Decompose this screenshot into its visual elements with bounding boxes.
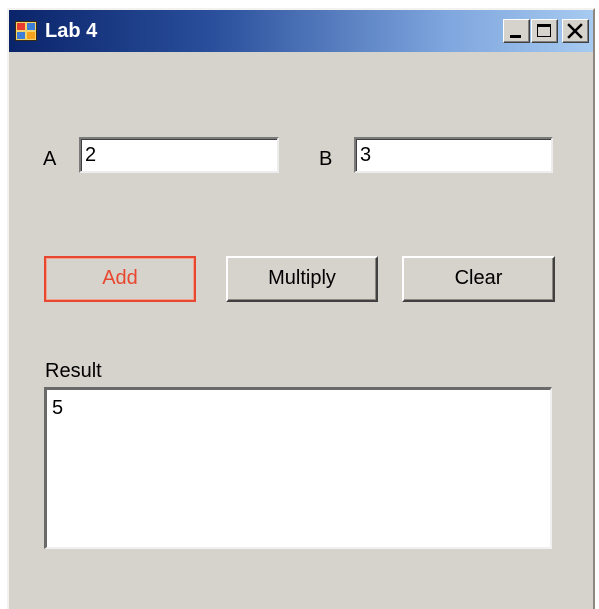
minimize-icon (510, 35, 521, 38)
multiply-button[interactable]: Multiply (226, 256, 378, 302)
add-button[interactable]: Add (44, 256, 196, 302)
close-button[interactable] (562, 19, 589, 43)
close-icon (567, 23, 583, 39)
result-label: Result (45, 360, 102, 382)
b-input[interactable] (354, 137, 553, 173)
app-window-icon[interactable] (15, 21, 37, 41)
window-title: Lab 4 (45, 20, 98, 42)
clear-button[interactable]: Clear (402, 256, 555, 302)
result-textbox[interactable]: 5 (44, 387, 552, 549)
title-bar[interactable]: Lab 4 (9, 10, 593, 52)
maximize-button[interactable] (531, 19, 558, 43)
a-input[interactable] (79, 137, 279, 173)
b-label: B (319, 148, 333, 170)
minimize-button[interactable] (503, 19, 530, 43)
a-label: A (43, 148, 57, 170)
maximize-icon (537, 24, 551, 37)
